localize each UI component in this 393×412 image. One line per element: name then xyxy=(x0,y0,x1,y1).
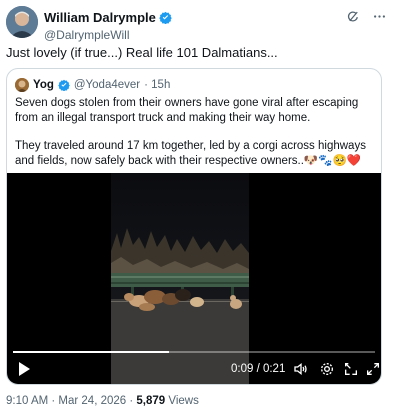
quoted-tweet[interactable]: Yog @Yoda4ever · 15h Seven dogs stolen f… xyxy=(6,68,382,385)
settings-icon[interactable] xyxy=(319,361,335,377)
views-label: Views xyxy=(165,395,199,407)
fullscreen-icon[interactable] xyxy=(365,361,381,377)
video-progress-bar[interactable] xyxy=(13,351,375,353)
tweet-footer: 9:10 AM · Mar 24, 2026 · 5,879 Views xyxy=(6,395,199,407)
quote-text: Seven dogs stolen from their owners have… xyxy=(15,96,377,182)
quote-author-handle: @Yoda4ever xyxy=(73,79,141,91)
grok-icon[interactable] xyxy=(345,8,361,24)
tweet-text: Just lovely (if true...) Real life 101 D… xyxy=(6,45,278,60)
video-time: 0:09 / 0:21 xyxy=(231,363,286,375)
more-icon[interactable] xyxy=(371,8,387,24)
play-icon[interactable] xyxy=(17,361,31,377)
tweet-header: William Dalrymple @DalrympleWill xyxy=(6,6,387,42)
author-name[interactable]: William Dalrymple xyxy=(44,10,172,25)
author-handle[interactable]: @DalrympleWill xyxy=(44,28,172,43)
quote-paragraph-2: They traveled around 17 km together, led… xyxy=(15,139,377,168)
quote-paragraph-1: Seven dogs stolen from their owners have… xyxy=(15,97,359,124)
quote-author-name[interactable]: Yog xyxy=(33,79,54,91)
pip-icon[interactable] xyxy=(343,361,359,377)
video-progress-fill xyxy=(13,351,169,353)
video-controls: 0:09 / 0:21 xyxy=(7,345,381,384)
author-name-text: William Dalrymple xyxy=(44,10,156,25)
quote-header: Yog @Yoda4ever · 15h xyxy=(15,78,170,92)
video-player[interactable]: 0:09 / 0:21 xyxy=(7,173,381,384)
tweet-timestamp[interactable]: 9:10 AM · Mar 24, 2026 · xyxy=(6,395,136,407)
volume-icon[interactable] xyxy=(293,361,309,377)
verified-badge-icon xyxy=(159,11,172,24)
quote-age: · 15h xyxy=(144,79,171,91)
quote-emojis: 🐶🐾🥺❤️ xyxy=(303,154,362,167)
quote-verified-badge-icon xyxy=(58,79,70,91)
quote-author-avatar xyxy=(15,78,29,92)
views-count: 5,879 xyxy=(136,395,166,407)
author-avatar[interactable] xyxy=(6,6,38,38)
